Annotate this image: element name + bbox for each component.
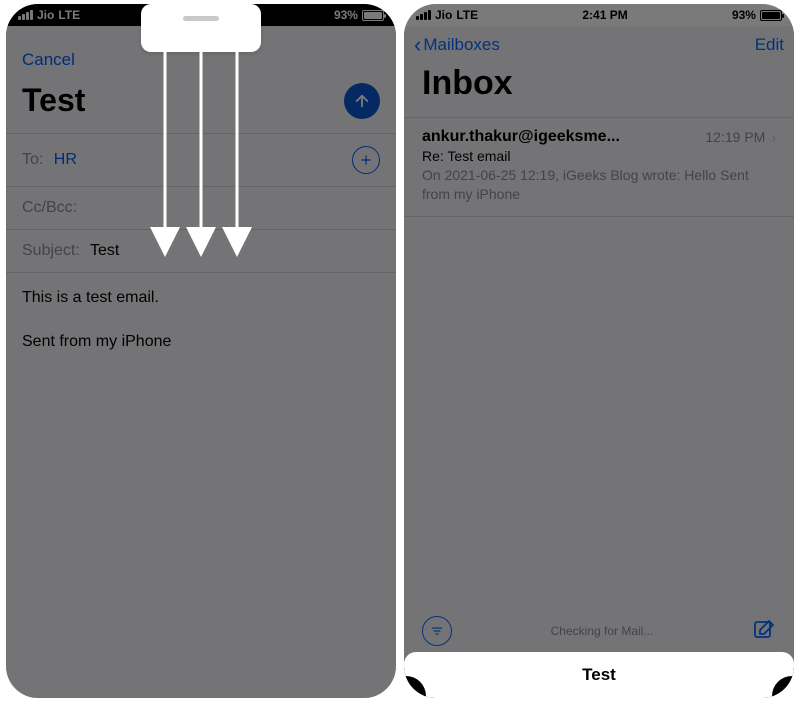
to-field[interactable]: To: HR [6, 133, 396, 186]
filter-icon [430, 624, 444, 638]
send-button[interactable] [344, 83, 380, 119]
mail-item[interactable]: ankur.thakur@igeeksme... 12:19 PM › Re: … [404, 117, 794, 217]
sheet-grabber[interactable] [141, 4, 261, 52]
body-signature: Sent from my iPhone [22, 331, 380, 353]
compose-sheet: Cancel Test To: HR Cc/Bcc: [6, 32, 396, 698]
cancel-button[interactable]: Cancel [22, 50, 75, 70]
mail-sender: ankur.thakur@igeeksme... [422, 128, 620, 146]
to-label: To: [22, 151, 43, 168]
back-label: Mailboxes [423, 35, 500, 55]
cc-bcc-field[interactable]: Cc/Bcc: [6, 186, 396, 229]
mail-preview: On 2021-06-25 12:19, iGeeks Blog wrote: … [422, 166, 776, 204]
compose-body[interactable]: This is a test email. Sent from my iPhon… [6, 273, 396, 390]
inbox-title: Inbox [404, 60, 794, 117]
battery-percent: 93% [732, 8, 756, 22]
chevron-right-icon: › [771, 129, 776, 145]
signal-icon [416, 10, 431, 20]
mail-time: 12:19 PM [705, 129, 765, 145]
signal-icon [18, 10, 33, 20]
edit-button[interactable]: Edit [755, 35, 784, 55]
status-bar: Jio LTE 2:41 PM 93% [404, 4, 794, 26]
add-contact-button[interactable] [352, 146, 380, 174]
checking-mail-label: Checking for Mail... [551, 624, 654, 638]
plus-icon [359, 153, 373, 167]
status-time: 2:41 PM [582, 8, 627, 22]
compose-button[interactable] [752, 618, 776, 645]
network-label: LTE [58, 8, 80, 22]
back-button[interactable]: ‹ Mailboxes [414, 34, 500, 56]
network-label: LTE [456, 8, 478, 22]
phone-right-inner: Jio LTE 2:41 PM 93% ‹ Mailboxes Edit Inb… [404, 4, 794, 698]
subject-field[interactable]: Subject: Test [6, 229, 396, 273]
subject-value: Test [90, 242, 119, 259]
phone-right: Jio LTE 2:41 PM 93% ‹ Mailboxes Edit Inb… [404, 4, 794, 698]
phone-left: Jio LTE 2:40 PM 93% Cancel Test [6, 4, 396, 698]
minimized-draft-dock[interactable]: Test [404, 652, 794, 698]
compose-title: Test [22, 82, 85, 119]
nav-bar: ‹ Mailboxes Edit [404, 26, 794, 60]
battery-percent: 93% [334, 8, 358, 22]
to-value[interactable]: HR [54, 151, 77, 168]
inbox-toolbar: Checking for Mail... [404, 610, 794, 652]
body-line-1: This is a test email. [22, 287, 380, 309]
battery-icon [760, 10, 782, 21]
cc-bcc-label: Cc/Bcc: [22, 199, 77, 217]
compose-icon [752, 618, 776, 642]
battery-icon [362, 10, 384, 21]
carrier-label: Jio [37, 8, 54, 22]
mail-subject: Re: Test email [422, 148, 776, 164]
carrier-label: Jio [435, 8, 452, 22]
grabber-handle-icon [183, 16, 219, 21]
phone-left-inner: Jio LTE 2:40 PM 93% Cancel Test [6, 4, 396, 698]
arrow-up-icon [353, 92, 371, 110]
subject-label: Subject: [22, 242, 80, 259]
filter-button[interactable] [422, 616, 452, 646]
dock-title: Test [582, 665, 616, 685]
chevron-left-icon: ‹ [414, 34, 421, 56]
